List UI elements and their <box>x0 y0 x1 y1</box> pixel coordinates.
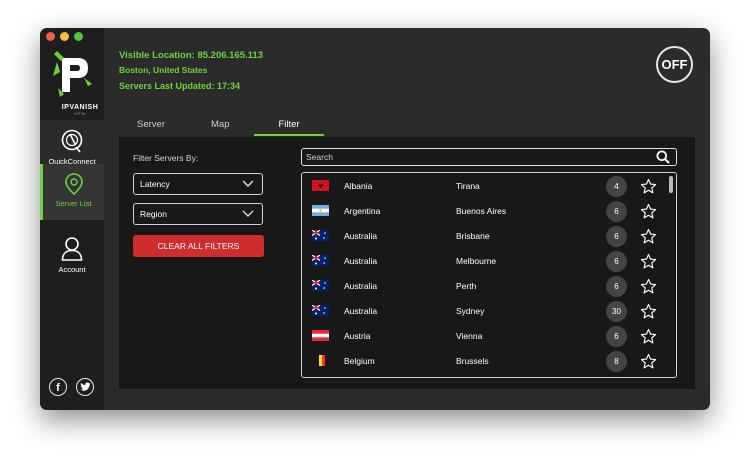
clear-all-filters-button[interactable]: CLEAR ALL FILTERS <box>133 235 264 257</box>
filter-title: Filter Servers By: <box>133 153 199 163</box>
app-window: IPVANISH VPN QuickConnect Server List Ac… <box>40 28 710 410</box>
tab-map[interactable]: Map <box>211 119 229 130</box>
belgium-flag-icon <box>316 355 325 366</box>
location-pin-icon <box>64 173 83 196</box>
favorite-star-icon[interactable] <box>640 278 657 295</box>
server-city: Vienna <box>456 331 483 341</box>
logo-subtext: VPN <box>74 111 86 116</box>
australia-flag-icon <box>312 230 329 241</box>
latency-dropdown-label: Latency <box>140 179 170 189</box>
argentina-flag-icon <box>312 205 329 216</box>
search-input[interactable] <box>306 150 646 164</box>
australia-flag-icon <box>312 280 329 291</box>
server-row[interactable]: Argentina Buenos Aires 6 <box>302 200 668 225</box>
quickconnect-icon <box>61 129 83 153</box>
active-tab-indicator <box>254 134 324 136</box>
latency-badge: 6 <box>606 226 627 247</box>
favorite-star-icon[interactable] <box>640 178 657 195</box>
search-box <box>301 148 677 166</box>
favorite-star-icon[interactable] <box>640 203 657 220</box>
server-city: Brussels <box>456 356 489 366</box>
server-row[interactable]: Australia Melbourne 6 <box>302 250 668 275</box>
tab-filter[interactable]: Filter <box>254 119 324 130</box>
server-country: Albania <box>344 181 373 191</box>
server-country: Austria <box>344 331 371 341</box>
logo-text: IPVANISH <box>61 104 99 111</box>
maximize-window-button[interactable] <box>74 32 83 41</box>
server-list-scrollbar[interactable] <box>669 176 673 193</box>
latency-badge: 6 <box>606 326 627 347</box>
twitter-bird-icon <box>79 382 91 391</box>
region-dropdown-label: Region <box>140 209 167 219</box>
austria-flag-icon <box>312 330 329 341</box>
search-icon[interactable] <box>656 150 670 164</box>
latency-badge: 6 <box>606 251 627 272</box>
vpn-power-toggle[interactable]: OFF <box>656 46 693 83</box>
server-row[interactable]: Australia Perth 6 <box>302 275 668 300</box>
latency-badge: 6 <box>606 201 627 222</box>
server-city: Sydney <box>456 306 485 316</box>
latency-badge: 8 <box>606 351 627 372</box>
location-city-text: Boston, United States <box>119 65 208 75</box>
twitter-icon[interactable] <box>76 378 94 396</box>
visible-location-text: Visible Location: 85.206.165.113 <box>119 50 263 61</box>
tab-server[interactable]: Server <box>137 119 165 130</box>
chevron-down-icon <box>242 210 254 217</box>
server-list: Albania Tirana 4 Argentina Buenos Aires … <box>301 172 677 378</box>
server-city: Melbourne <box>456 256 497 266</box>
sidebar-item-server-list[interactable]: Server List <box>40 164 104 220</box>
server-city: Buenos Aires <box>456 206 507 216</box>
server-country: Argentina <box>344 206 381 216</box>
server-city: Brisbane <box>456 231 490 241</box>
australia-flag-icon <box>312 255 329 266</box>
minimize-window-button[interactable] <box>60 32 69 41</box>
filter-panel: Filter Servers By: Latency Region CLEAR … <box>119 137 695 389</box>
chevron-down-icon <box>242 180 254 187</box>
favorite-star-icon[interactable] <box>640 253 657 270</box>
servers-updated-text: Servers Last Updated: 17:34 <box>119 81 241 91</box>
latency-badge: 4 <box>606 176 627 197</box>
favorite-star-icon[interactable] <box>640 353 657 370</box>
server-country: Australia <box>344 306 378 316</box>
albania-flag-icon <box>312 180 329 191</box>
close-window-button[interactable] <box>46 32 55 41</box>
server-row[interactable]: Belgium Brussels 8 <box>302 350 668 375</box>
sidebar-item-label: Server List <box>55 199 92 208</box>
server-city: Perth <box>456 281 477 291</box>
latency-dropdown[interactable]: Latency <box>133 173 263 195</box>
favorite-star-icon[interactable] <box>640 328 657 345</box>
sidebar: IPVANISH VPN QuickConnect Server List Ac… <box>40 28 104 410</box>
server-country: Belgium <box>344 356 375 366</box>
latency-badge: 30 <box>606 301 627 322</box>
favorite-star-icon[interactable] <box>640 228 657 245</box>
app-logo: IPVANISH VPN <box>48 48 98 118</box>
server-country: Australia <box>344 281 378 291</box>
region-dropdown[interactable]: Region <box>133 203 263 225</box>
australia-flag-icon <box>312 305 329 316</box>
user-icon <box>61 237 83 261</box>
server-row[interactable]: Austria Vienna 6 <box>302 325 668 350</box>
sidebar-item-account[interactable]: Account <box>40 226 104 284</box>
facebook-icon[interactable]: f <box>49 378 67 396</box>
sidebar-item-label: Account <box>58 265 86 274</box>
server-row[interactable]: Albania Tirana 4 <box>302 175 668 200</box>
favorite-star-icon[interactable] <box>640 303 657 320</box>
server-city: Tirana <box>456 181 480 191</box>
latency-badge: 6 <box>606 276 627 297</box>
server-row[interactable]: Australia Brisbane 6 <box>302 225 668 250</box>
ipvanish-logo-icon <box>53 51 92 97</box>
server-country: Australia <box>344 231 378 241</box>
server-row[interactable]: Australia Sydney 30 <box>302 300 668 325</box>
server-country: Australia <box>344 256 378 266</box>
